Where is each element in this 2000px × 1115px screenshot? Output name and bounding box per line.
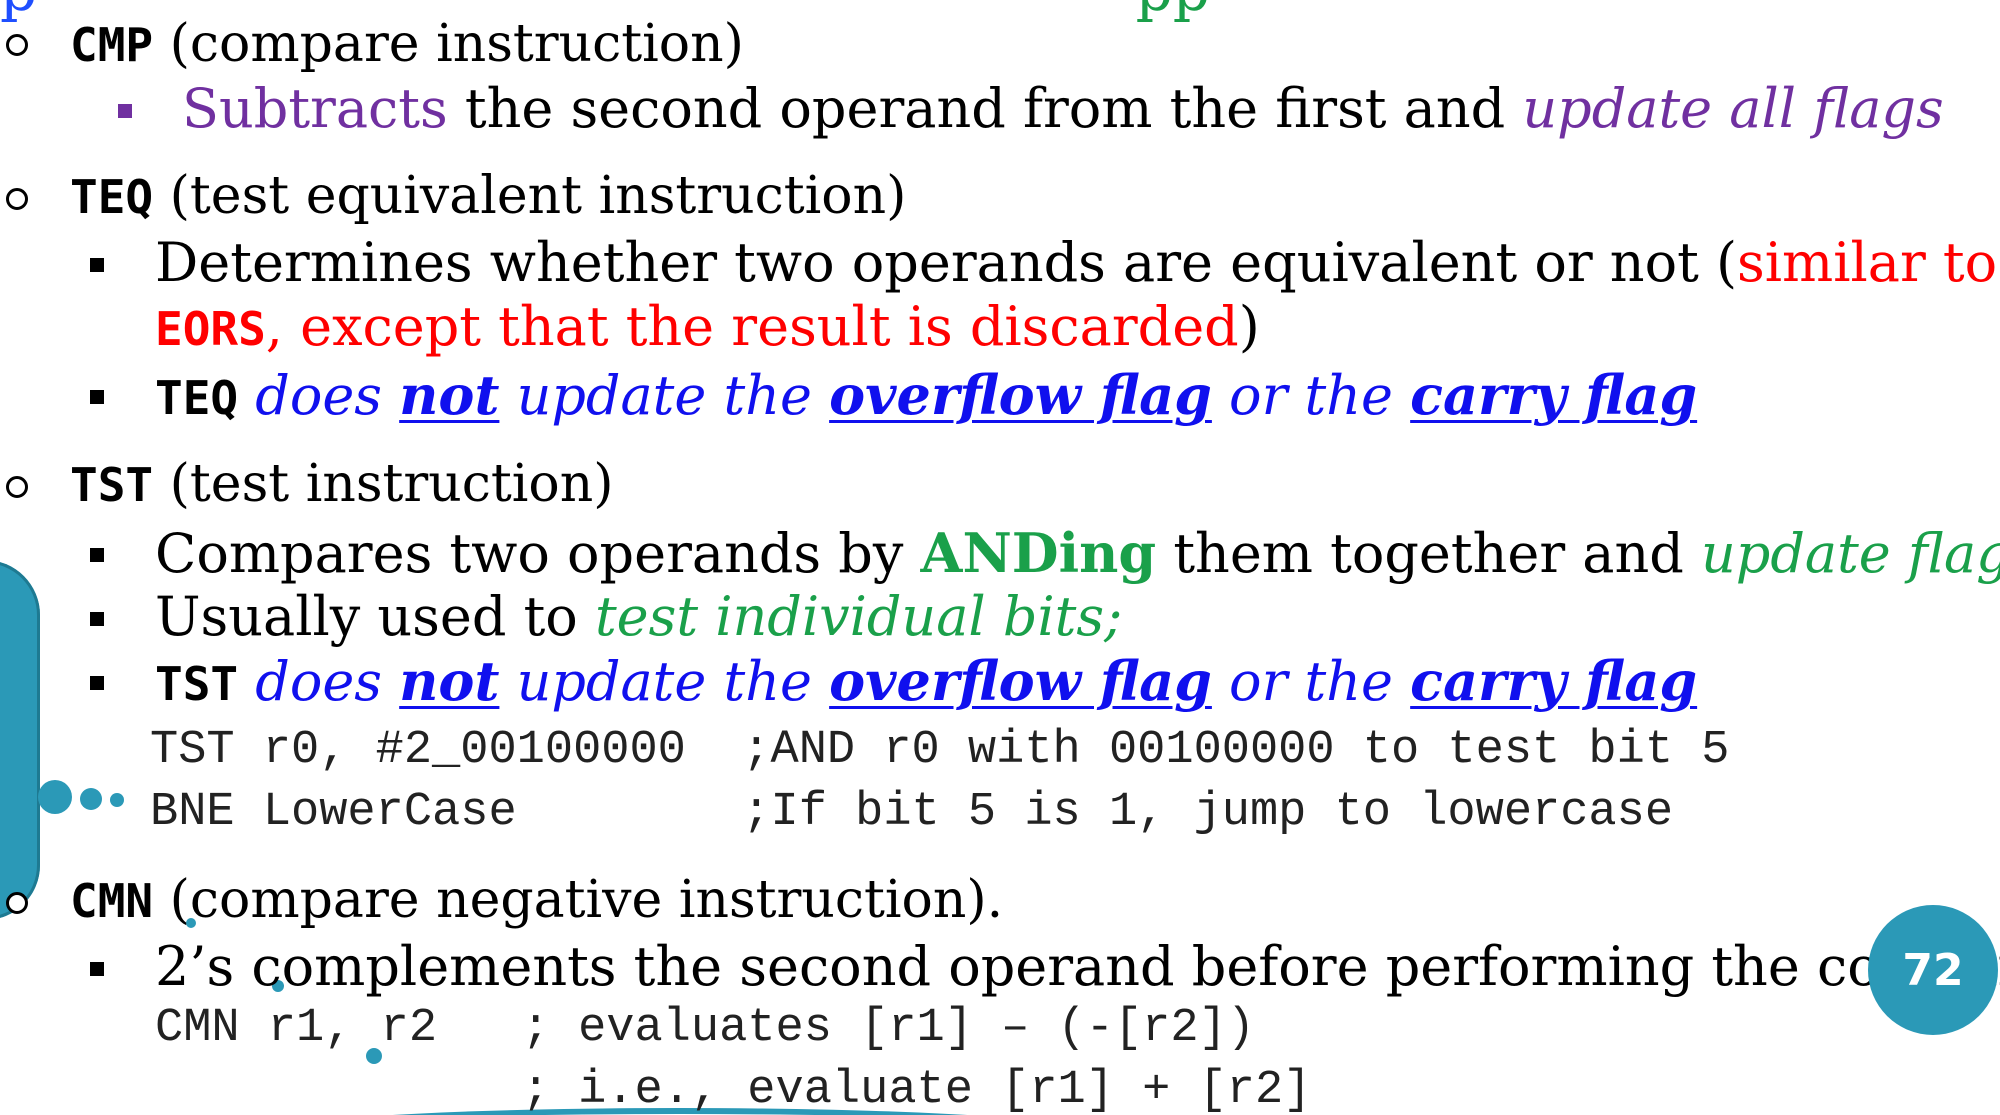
teq-or-the: or the: [1211, 364, 1411, 427]
square-bullet: [90, 548, 104, 562]
teq-overflow-flag: overflow flag: [829, 363, 1212, 427]
tst-bullet-2: Usually used to test individual bits;: [155, 586, 1122, 648]
tst-update-the: update the: [499, 650, 830, 713]
teq-does: does: [238, 364, 400, 427]
teq-bullet-1-line-1: Determines whether two operands are equi…: [155, 232, 1997, 294]
teq-update-the: update the: [499, 364, 830, 427]
tst-test-individual-bits: test individual bits;: [594, 585, 1123, 648]
tst-usually: Usually used to: [155, 585, 595, 648]
tst-or-the: or the: [1211, 650, 1411, 713]
decorative-dot: [80, 788, 102, 810]
cmp-mnemonic: CMP: [70, 18, 154, 72]
tst-desc: (test instruction): [153, 454, 614, 514]
decorative-cloud-shape: [0, 560, 40, 920]
tst-anding: ANDing: [920, 521, 1157, 585]
tst-update-flags: update flags: [1701, 522, 2000, 585]
tst-code-line-2: BNE LowerCase ;If bit 5 is 1, jump to lo…: [150, 786, 1674, 839]
teq-mnemonic-2: TEQ: [155, 371, 239, 425]
cmn-desc: (compare negative instruction).: [153, 870, 1004, 930]
tst-code-line-1: TST r0, #2_00100000 ;AND r0 with 0010000…: [150, 724, 1730, 777]
tst-carry-flag: carry flag: [1410, 649, 1698, 713]
tst-does: does: [238, 650, 400, 713]
teq-except: , except that the result is discarded: [265, 295, 1239, 358]
square-bullet: [90, 390, 104, 404]
cut-off-green-text: pp: [1136, 0, 1210, 24]
tst-not: not: [399, 649, 500, 713]
teq-bullet-2: TEQ does not update the overflow flag or…: [155, 364, 1697, 429]
teq-bullet-1-line-2: EORS, except that the result is discarde…: [155, 296, 1260, 360]
cmp-text: the second operand from the first and: [447, 77, 1523, 140]
circle-bullet: [6, 188, 28, 210]
slide: p pp CMP (compare instruction) Subtracts…: [0, 0, 2000, 1115]
decorative-dot: [110, 793, 124, 807]
teq-desc: (test equivalent instruction): [153, 166, 907, 226]
tst-mnemonic: TST: [70, 458, 154, 512]
teq-heading: TEQ (test equivalent instruction): [70, 166, 906, 227]
teq-eors: EORS: [155, 302, 266, 356]
cmp-subtracts: Subtracts: [182, 77, 448, 140]
teq-close-paren: ): [1238, 295, 1260, 358]
circle-bullet: [6, 892, 28, 914]
cmn-code-line-1: CMN r1, r2 ; evaluates [r1] – (-[r2]): [155, 1002, 1255, 1055]
tst-heading: TST (test instruction): [70, 454, 613, 515]
page-number-badge: 72: [1868, 905, 1998, 1035]
cmp-desc: (compare instruction): [153, 14, 744, 74]
tst-bullet-1: Compares two operands by ANDing them tog…: [155, 522, 2000, 585]
square-bullet: [90, 258, 104, 272]
teq-mnemonic: TEQ: [70, 170, 154, 224]
tst-bullet-3: TST does not update the overflow flag or…: [155, 650, 1697, 715]
decorative-dot: [38, 780, 72, 814]
cmn-mnemonic: CMN: [70, 874, 154, 928]
square-bullet: [118, 104, 132, 118]
cmp-bullet-1: Subtracts the second operand from the fi…: [182, 78, 1944, 140]
tst-overflow-flag: overflow flag: [829, 649, 1212, 713]
square-bullet: [90, 676, 104, 690]
tst-them-together: them together and: [1156, 522, 1701, 585]
tst-mnemonic-2: TST: [155, 657, 239, 711]
teq-not: not: [399, 363, 500, 427]
cmp-update-all-flags: update all flags: [1522, 77, 1944, 140]
cut-off-blue-text: p: [0, 0, 37, 24]
teq-carry-flag: carry flag: [1410, 363, 1698, 427]
circle-bullet: [6, 34, 28, 56]
square-bullet: [90, 962, 104, 976]
cut-off-spacer: [37, 0, 55, 24]
teq-determines: Determines whether two operands are equi…: [155, 231, 1738, 294]
cmn-code-line-2: ; i.e., evaluate [r1] + [r2]: [155, 1064, 1312, 1115]
square-bullet: [90, 612, 104, 626]
teq-similar-to: similar to: [1737, 231, 1998, 294]
cmn-heading: CMN (compare negative instruction).: [70, 870, 1003, 931]
cmn-bullet-1: 2’s complements the second operand befor…: [155, 935, 2000, 998]
tst-compares: Compares two operands by: [155, 522, 921, 585]
cmp-heading: CMP (compare instruction): [70, 14, 744, 75]
circle-bullet: [6, 476, 28, 498]
